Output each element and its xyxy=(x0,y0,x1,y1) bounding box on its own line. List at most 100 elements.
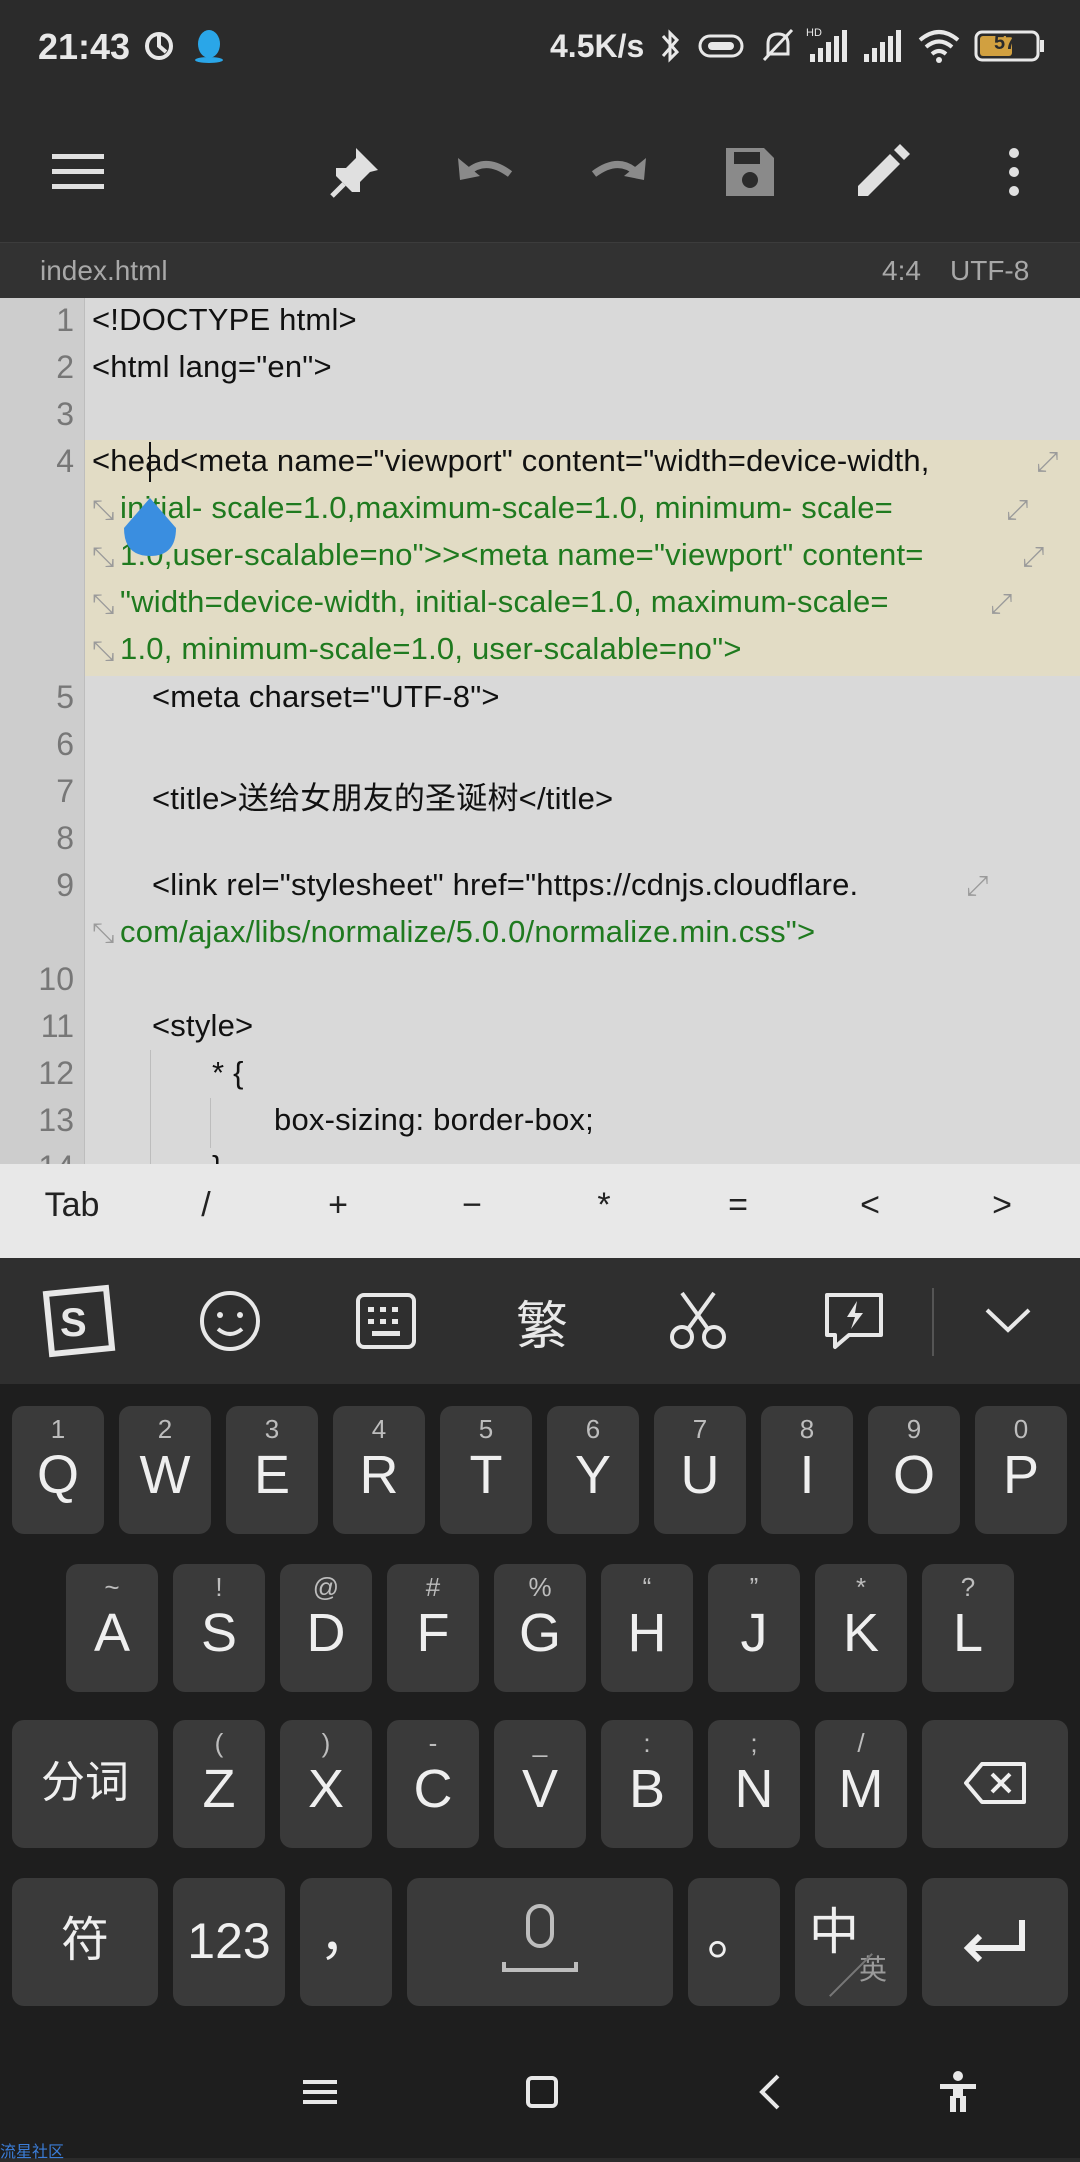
editor-toolbar xyxy=(0,96,1080,242)
extra-key-gt[interactable]: > xyxy=(992,1186,1012,1225)
line-number: 10 xyxy=(38,961,74,997)
key-a[interactable]: ~ A xyxy=(66,1564,158,1692)
key-g[interactable]: % G xyxy=(494,1564,586,1692)
hamburger-menu-icon[interactable] xyxy=(38,132,118,212)
code-editor[interactable]: 1 2 3 4 5 6 7 8 9 10 11 12 13 14 <!DOCTY… xyxy=(0,298,1080,1164)
status-time: 21:43 xyxy=(38,26,131,67)
chevron-down-icon[interactable] xyxy=(968,1286,1048,1356)
indent-guide xyxy=(150,1050,151,1164)
scissors-icon[interactable] xyxy=(658,1286,738,1356)
period-key[interactable]: 。 xyxy=(688,1878,780,2006)
cursor-position: 4:4 xyxy=(882,255,921,286)
key-h[interactable]: “H xyxy=(601,1564,693,1692)
key-q[interactable]: 1Q xyxy=(12,1406,104,1534)
wrap-arrow-icon: ⤢ xyxy=(1036,446,1059,477)
svg-text:HD: HD xyxy=(806,27,822,39)
key-o[interactable]: 9O xyxy=(868,1406,960,1534)
key-f[interactable]: # F xyxy=(387,1564,479,1692)
emoji-icon[interactable] xyxy=(190,1286,270,1356)
extra-key-equals[interactable]: = xyxy=(728,1186,748,1225)
line-number: 4 xyxy=(56,443,74,479)
key-m[interactable]: / M xyxy=(815,1720,907,1848)
accessibility-icon[interactable] xyxy=(928,2062,988,2122)
network-speed: 4.5K/s xyxy=(550,28,645,64)
undo-icon[interactable] xyxy=(446,132,526,212)
wrap-arrow-icon: ⤡ xyxy=(92,494,115,525)
comma-key[interactable]: ， xyxy=(300,1878,392,2006)
key-p[interactable]: 0P xyxy=(975,1406,1067,1534)
signal-icon xyxy=(860,26,904,71)
line-number: 13 xyxy=(38,1102,74,1138)
wrap-arrow-icon: ⤡ xyxy=(92,635,115,666)
quick-reply-icon[interactable] xyxy=(814,1286,894,1356)
line-number: 7 xyxy=(56,773,74,809)
extra-key-plus[interactable]: + xyxy=(328,1186,348,1225)
key-l[interactable]: ? L xyxy=(922,1564,1014,1692)
key-c[interactable]: -C xyxy=(387,1720,479,1848)
wrap-arrow-icon: ⤢ xyxy=(966,870,989,901)
key-k[interactable]: * K xyxy=(815,1564,907,1692)
sogou-logo-icon[interactable]: S xyxy=(36,1284,116,1358)
code-line-12: * { xyxy=(212,1055,244,1090)
redo-icon[interactable] xyxy=(578,132,658,212)
segment-key[interactable]: 分词 xyxy=(12,1720,158,1848)
filename[interactable]: index.html xyxy=(40,255,168,287)
key-n[interactable]: ; N xyxy=(708,1720,800,1848)
key-u[interactable]: 7U xyxy=(654,1406,746,1534)
status-bar: 21:43 4.5K/s HD 57 xyxy=(0,0,1080,96)
key-t[interactable]: 5T xyxy=(440,1406,532,1534)
key-j[interactable]: ” J xyxy=(708,1564,800,1692)
enter-key[interactable] xyxy=(922,1878,1068,2006)
wrap-arrow-icon: ⤡ xyxy=(92,541,115,572)
key-s[interactable]: ! S xyxy=(173,1564,265,1692)
symbol-key[interactable]: 符 xyxy=(12,1878,158,2006)
code-line-4-wrap: 1.0,user-scalable=no">><meta name="viewp… xyxy=(120,537,924,572)
code-line-7: <title>送给女朋友的圣诞树</title> xyxy=(152,781,614,816)
backspace-key[interactable] xyxy=(922,1720,1068,1848)
key-y[interactable]: 6Y xyxy=(547,1406,639,1534)
ime-toolbar: S 繁 xyxy=(0,1258,1080,1384)
key-x[interactable]: ) X xyxy=(280,1720,372,1848)
more-vert-icon[interactable] xyxy=(974,132,1054,212)
extra-key-tab[interactable]: Tab xyxy=(45,1186,100,1225)
space-voice-key[interactable] xyxy=(407,1878,673,2006)
key-w[interactable]: 2W xyxy=(119,1406,211,1534)
number-key[interactable]: 123 xyxy=(173,1878,285,2006)
code-line-4-wrap: initial- scale=1.0,maximum-scale=1.0, mi… xyxy=(120,490,893,525)
wrap-arrow-icon: ⤢ xyxy=(1022,541,1045,572)
language-toggle-key[interactable]: 中 英 xyxy=(795,1878,907,2006)
code-line-4-wrap: 1.0, minimum-scale=1.0, user-scalable=no… xyxy=(120,631,742,666)
code-line-9: <link rel="stylesheet" href="https://cdn… xyxy=(152,867,859,902)
ime-divider xyxy=(932,1288,934,1356)
extra-key-slash[interactable]: / xyxy=(201,1186,210,1225)
nav-menu-icon[interactable] xyxy=(290,2062,350,2122)
extra-key-minus[interactable]: − xyxy=(462,1186,482,1225)
code-line-5: <meta charset="UTF-8"> xyxy=(152,679,500,714)
nav-back-icon[interactable] xyxy=(740,2062,800,2122)
cursor-handle[interactable] xyxy=(122,498,178,558)
keyboard-icon[interactable] xyxy=(346,1286,426,1356)
key-r[interactable]: 4R xyxy=(333,1406,425,1534)
vibrate-icon xyxy=(696,26,746,71)
extra-key-star[interactable]: * xyxy=(597,1186,610,1225)
line-number: 6 xyxy=(56,726,74,762)
pencil-icon[interactable] xyxy=(842,132,922,212)
enter-icon xyxy=(963,1920,1025,1963)
key-e[interactable]: 3E xyxy=(226,1406,318,1534)
microphone-icon xyxy=(502,1904,578,1972)
key-i[interactable]: 8I xyxy=(761,1406,853,1534)
code-line-1: <!DOCTYPE html> xyxy=(92,302,357,337)
pin-icon[interactable] xyxy=(316,132,396,212)
file-encoding[interactable]: UTF-8 xyxy=(950,255,1029,287)
text-cursor xyxy=(149,442,151,482)
key-b[interactable]: :B xyxy=(601,1720,693,1848)
extra-key-lt[interactable]: < xyxy=(860,1186,880,1225)
traditional-chinese-toggle[interactable]: 繁 xyxy=(502,1286,582,1356)
save-icon[interactable] xyxy=(710,132,790,212)
signal-hd-icon: HD xyxy=(806,26,850,71)
key-d[interactable]: @ D xyxy=(280,1564,372,1692)
key-v[interactable]: _ V xyxy=(494,1720,586,1848)
wrap-arrow-icon: ⤡ xyxy=(92,588,115,619)
nav-home-icon[interactable] xyxy=(512,2062,572,2122)
key-z[interactable]: (Z xyxy=(173,1720,265,1848)
